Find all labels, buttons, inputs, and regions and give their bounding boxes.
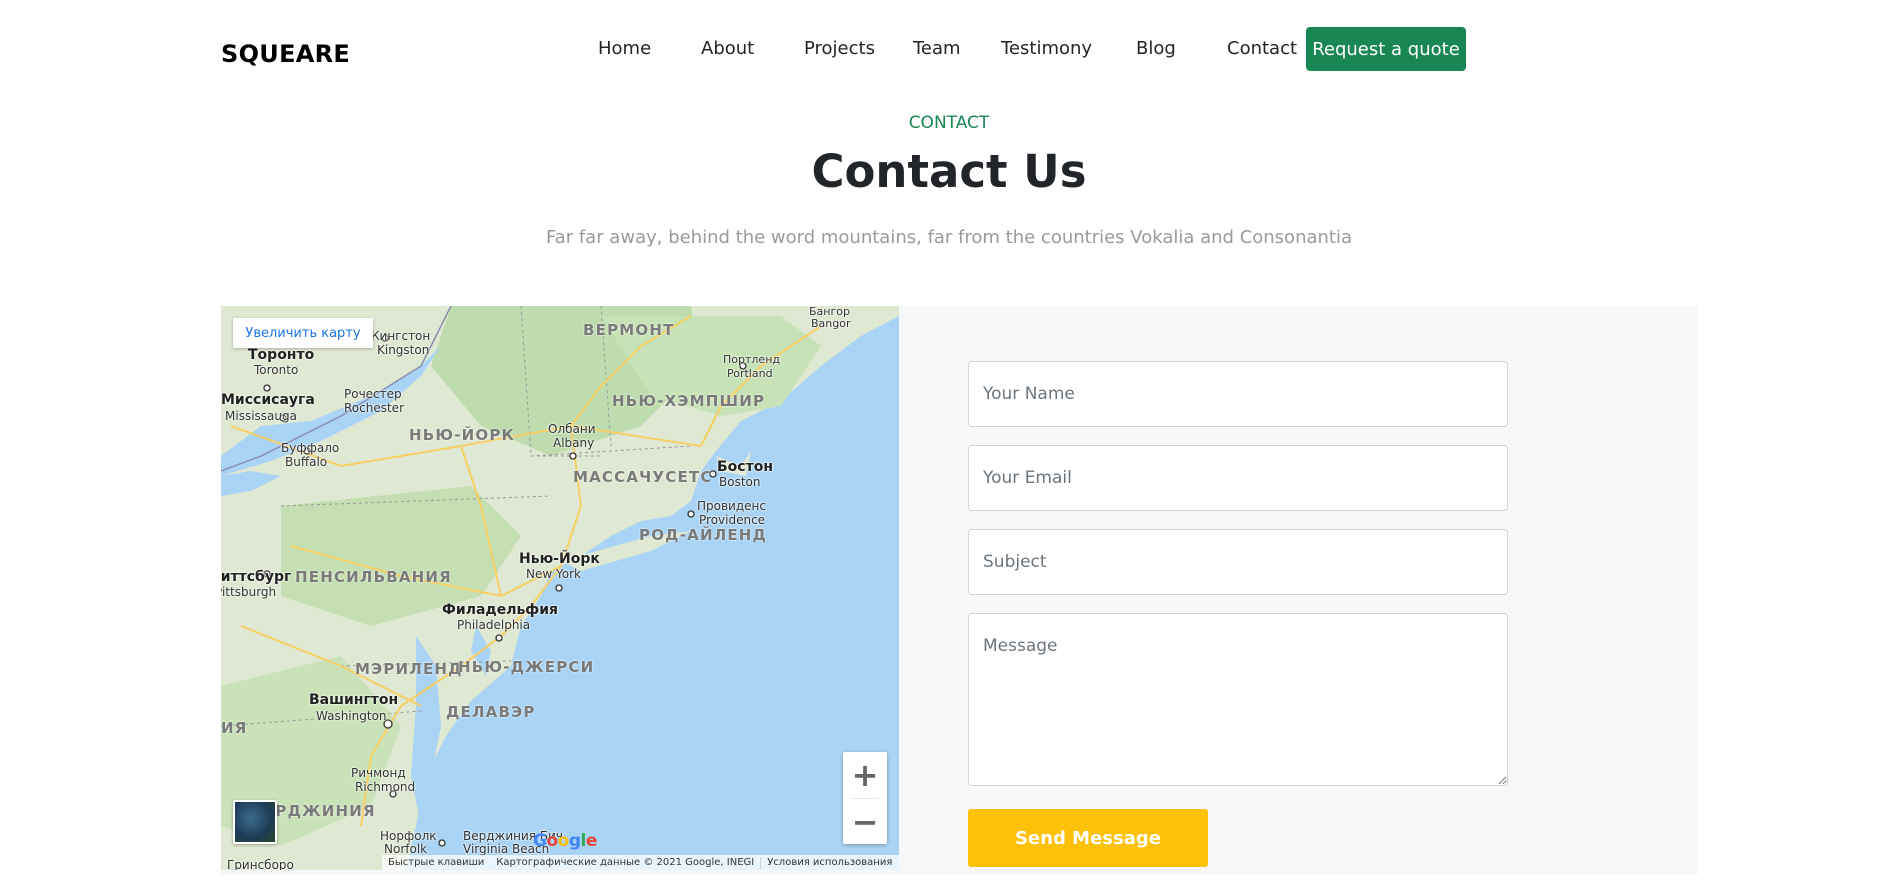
map-label-kingston-en: Kingston [377,343,430,357]
satellite-view-toggle[interactable] [233,800,277,844]
page-title: Contact Us [811,145,1087,198]
map-label-richmond-en: Richmond [355,780,416,794]
map-label-mississauga: Миссисауга [221,392,315,408]
map-label-providence: Провиденс [697,499,766,513]
brand-logo[interactable]: SQUEARE [221,40,350,68]
map-label-washington-en: Washington [316,709,387,723]
nav-link-testimony[interactable]: Testimony [1001,38,1092,59]
map-label-kingston: Кингстон [371,329,431,343]
map-label-bangor-en: Bangor [811,317,851,330]
map-label-delaware: ДЕЛАВЭР [446,703,536,721]
map-label-massachusetts: МАССАЧУСЕТС [573,468,713,486]
map-label-new-york-en: New York [526,567,581,581]
nav-link-contact[interactable]: Contact [1227,38,1297,59]
request-quote-button[interactable]: Request a quote [1306,27,1466,71]
enlarge-map-link[interactable]: Увеличить карту [233,318,373,348]
google-map[interactable]: Кингстон Kingston ВЕРМОНТ Бангор Bangor … [221,306,899,870]
map-label-toronto: Торонто [248,347,315,363]
map-label-washington: Вашингтон [309,692,399,708]
map-label-portland-en: Portland [727,367,773,380]
nav-link-about[interactable]: About [701,38,754,59]
message-field[interactable] [968,613,1508,786]
nav-link-blog[interactable]: Blog [1136,38,1176,59]
map-label-albany: Олбани [548,422,596,436]
section-eyebrow: CONTACT [908,113,990,133]
nav-link-home[interactable]: Home [598,38,651,59]
subject-field[interactable] [968,529,1508,595]
google-logo: Google [533,831,597,851]
map-label-maryland: МЭРИЛЕНД [355,660,463,678]
map-label-vermont: ВЕРМОНТ [583,321,675,339]
map-terrain [221,306,899,870]
map-label-norfolk-en: Norfolk [384,842,428,856]
map-label-providence-en: Providence [699,513,766,527]
map-attribution: Быстрые клавиши Картографические данные … [382,855,899,870]
map-label-pennsylvania: ПЕНСИЛЬВАНИЯ [295,568,452,586]
name-field[interactable] [968,361,1508,427]
map-label-bangor: Бангор [809,306,850,318]
map-label-new-york: Нью-Йорк [519,551,600,567]
map-label-portland: Портленд [723,353,780,366]
map-zoom-controls: + − [843,752,887,844]
map-label-albany-en: Albany [553,436,595,450]
map-label-rochester: Рочестер [344,387,402,401]
keyboard-shortcuts-link[interactable]: Быстрые клавиши [382,857,490,868]
map-label-new-jersey: НЬЮ-ДЖЕРСИ [458,658,595,676]
map-label-new-hampshire: НЬЮ-ХЭМПШИР [612,392,766,410]
map-label-philadelphia-en: Philadelphia [457,618,531,632]
map-label-toronto-en: Toronto [254,363,299,377]
map-label-va-partial: ИЯ [221,719,248,737]
zoom-in-button[interactable]: + [843,752,887,797]
map-label-boston: Бостон [717,459,773,475]
map-label-buffalo-en: Buffalo [285,455,328,469]
send-message-button[interactable]: Send Message [968,809,1208,867]
map-label-ny-state: НЬЮ-ЙОРК [409,426,515,444]
map-label-rochester-en: Rochester [344,401,404,415]
map-label-pittsburgh: Питтсбург [221,569,292,585]
map-label-pittsburgh-en: Pittsburgh [221,585,277,599]
nav-link-team[interactable]: Team [913,38,961,59]
map-label-boston-en: Boston [719,475,761,489]
email-field[interactable] [968,445,1508,511]
map-label-buffalo: Буффало [281,441,340,455]
map-label-richmond: Ричмонд [351,766,406,780]
nav-link-projects[interactable]: Projects [804,38,875,59]
map-label-norfolk: Норфолк [380,829,437,843]
map-label-mississauga-en: Mississauga [225,409,297,423]
terms-link[interactable]: Условия использования [761,857,898,868]
map-label-philadelphia: Филадельфия [442,602,558,618]
map-label-greensboro: Гринсборо [227,858,294,870]
map-label-rhode-island: РОД-АЙЛЕНД [639,526,768,544]
map-data-credit: Картографические данные © 2021 Google, I… [496,857,755,868]
zoom-out-button[interactable]: − [843,799,887,844]
page-subtitle: Far far away, behind the word mountains,… [545,227,1353,248]
